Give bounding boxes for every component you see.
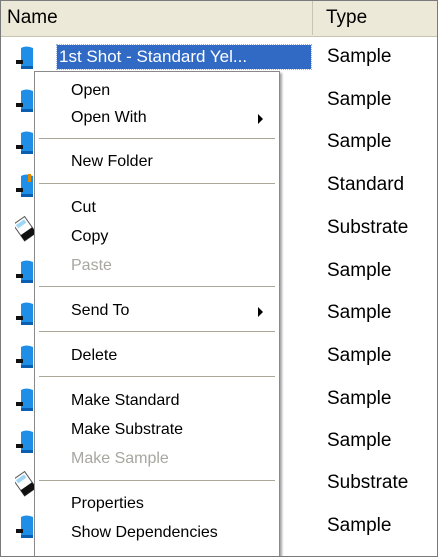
- submenu-arrow-icon: [258, 114, 263, 124]
- menu-item-delete[interactable]: Delete: [37, 343, 277, 369]
- column-header-name[interactable]: Name: [1, 1, 313, 35]
- menu-item-cut[interactable]: Cut: [37, 195, 277, 221]
- menu-item-paste: Paste: [71, 257, 112, 274]
- menu-item-open-with[interactable]: Open With: [37, 105, 277, 131]
- column-header-type[interactable]: Type: [314, 1, 437, 35]
- menu-item-send-to[interactable]: Send To: [37, 298, 277, 324]
- menu-separator: [39, 376, 275, 378]
- menu-item-copy[interactable]: Copy: [37, 224, 277, 250]
- menu-separator: [39, 286, 275, 288]
- menu-item-make-standard[interactable]: Make Standard: [37, 388, 277, 414]
- menu-separator: [39, 183, 275, 185]
- menu-item-make-substrate[interactable]: Make Substrate: [37, 417, 277, 443]
- menu-item-make-sample: Make Sample: [71, 450, 169, 467]
- submenu-arrow-icon: [258, 307, 263, 317]
- item-type: Sample: [327, 46, 392, 67]
- item-type: Sample: [327, 515, 392, 536]
- list-header: Name Type: [1, 1, 437, 37]
- menu-separator: [39, 480, 275, 482]
- context-menu: Open Open With New Folder Cut Copy Paste…: [34, 71, 280, 556]
- item-type: Sample: [327, 430, 392, 451]
- item-type: Standard: [327, 174, 405, 195]
- menu-separator: [39, 331, 275, 333]
- item-type: Sample: [327, 302, 392, 323]
- sample-icon: [15, 45, 37, 71]
- item-type: Sample: [327, 89, 392, 110]
- item-type: Substrate: [327, 217, 409, 238]
- menu-item-label: Open With: [71, 109, 147, 126]
- menu-item-properties[interactable]: Properties: [37, 491, 277, 517]
- item-type: Sample: [327, 260, 392, 281]
- item-type: Substrate: [327, 472, 409, 493]
- file-list-view: Name Type 1st Shot - Standard Yel... Sam…: [0, 0, 438, 557]
- menu-item-new-folder[interactable]: New Folder: [37, 149, 277, 175]
- menu-item-open[interactable]: Open: [37, 78, 277, 104]
- menu-separator: [39, 138, 275, 140]
- menu-item-label: Send To: [71, 302, 130, 319]
- item-type: Sample: [327, 131, 392, 152]
- item-name: 1st Shot - Standard Yel...: [56, 44, 312, 70]
- menu-item-show-dependencies[interactable]: Show Dependencies: [37, 520, 277, 546]
- item-type: Sample: [327, 388, 392, 409]
- item-type: Sample: [327, 345, 392, 366]
